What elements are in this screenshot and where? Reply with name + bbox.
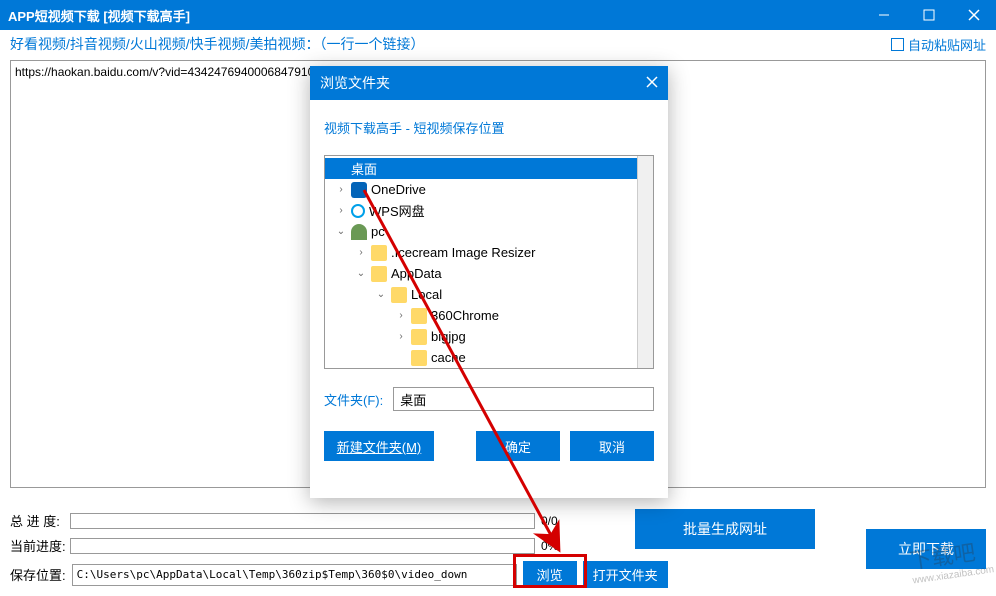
scrollbar[interactable] (637, 156, 653, 368)
bottom-panel: 总 进 度: 0/0 当前进度: 0% 批量生成网址 立即下载 保存位置: 浏览… (10, 511, 986, 588)
url-input-label: 好看视频/抖音视频/火山视频/快手视频/美拍视频：（一行一个链接） (10, 34, 425, 54)
chevron-right-icon: › (335, 184, 347, 195)
folder-icon (391, 287, 407, 303)
dialog-title-text: 浏览文件夹 (320, 73, 390, 93)
folder-icon (371, 266, 387, 282)
folder-field-label: 文件夹(F): (324, 390, 383, 409)
window-controls (861, 0, 996, 30)
tree-item-wps[interactable]: ›WPS网盘 (325, 200, 653, 221)
chevron-down-icon: ⌄ (375, 289, 387, 300)
tree-item-onedrive[interactable]: ›OneDrive (325, 179, 653, 200)
maximize-button[interactable] (906, 0, 951, 30)
current-progress-value: 0% (535, 539, 575, 553)
save-location-label: 保存位置: (10, 565, 66, 584)
browse-button[interactable]: 浏览 (523, 561, 577, 588)
current-progress-bar (70, 538, 535, 554)
ok-button[interactable]: 确定 (476, 431, 560, 461)
tree-item-pc[interactable]: ⌄pc (325, 221, 653, 242)
chevron-down-icon: ⌄ (335, 226, 347, 237)
chevron-right-icon: › (395, 310, 407, 321)
batch-generate-button[interactable]: 批量生成网址 (635, 509, 815, 549)
close-button[interactable] (951, 0, 996, 30)
open-folder-button[interactable]: 打开文件夹 (583, 561, 668, 588)
tree-item-local[interactable]: ⌄Local (325, 284, 653, 305)
save-location-input[interactable] (72, 564, 517, 586)
tree-item-desktop[interactable]: 桌面 (325, 158, 653, 179)
folder-icon (411, 350, 427, 366)
current-progress-label: 当前进度: (10, 536, 70, 555)
folder-name-input[interactable] (393, 387, 654, 411)
total-progress-label: 总 进 度: (10, 511, 70, 530)
dialog-description: 视频下载高手 - 短视频保存位置 (324, 118, 654, 137)
new-folder-button[interactable]: 新建文件夹(M) (324, 431, 434, 461)
browse-folder-dialog: 浏览文件夹 视频下载高手 - 短视频保存位置 桌面 ›OneDrive ›WPS… (310, 66, 668, 498)
toolbar: 好看视频/抖音视频/火山视频/快手视频/美拍视频：（一行一个链接） 自动粘贴网址 (0, 30, 996, 58)
window-title: APP短视频下载 [视频下载高手] (8, 6, 190, 25)
cancel-button[interactable]: 取消 (570, 431, 654, 461)
folder-icon (411, 308, 427, 324)
checkbox-icon (891, 38, 904, 51)
chevron-right-icon: › (335, 205, 347, 216)
download-button[interactable]: 立即下载 (866, 529, 986, 569)
user-icon (351, 224, 367, 240)
wps-icon (351, 204, 365, 218)
minimize-button[interactable] (861, 0, 906, 30)
desktop-icon (331, 161, 347, 177)
auto-paste-option[interactable]: 自动粘贴网址 (891, 35, 986, 54)
folder-icon (371, 245, 387, 261)
folder-icon (411, 329, 427, 345)
tree-item-bigjpg[interactable]: ›bigjpg (325, 326, 653, 347)
tree-item-360chrome[interactable]: ›360Chrome (325, 305, 653, 326)
total-progress-bar (70, 513, 535, 529)
dialog-titlebar: 浏览文件夹 (310, 66, 668, 100)
auto-paste-label: 自动粘贴网址 (908, 35, 986, 54)
chevron-down-icon: ⌄ (355, 268, 367, 279)
chevron-right-icon: › (355, 247, 367, 258)
folder-tree[interactable]: 桌面 ›OneDrive ›WPS网盘 ⌄pc ›.Icecream Image… (324, 155, 654, 369)
tree-item-appdata[interactable]: ⌄AppData (325, 263, 653, 284)
title-bar: APP短视频下载 [视频下载高手] (0, 0, 996, 30)
tree-item-icecream[interactable]: ›.Icecream Image Resizer (325, 242, 653, 263)
chevron-right-icon: › (395, 331, 407, 342)
total-progress-value: 0/0 (535, 514, 575, 528)
tree-item-cache[interactable]: cache (325, 347, 653, 368)
dialog-close-button[interactable] (646, 75, 658, 91)
onedrive-icon (351, 182, 367, 198)
